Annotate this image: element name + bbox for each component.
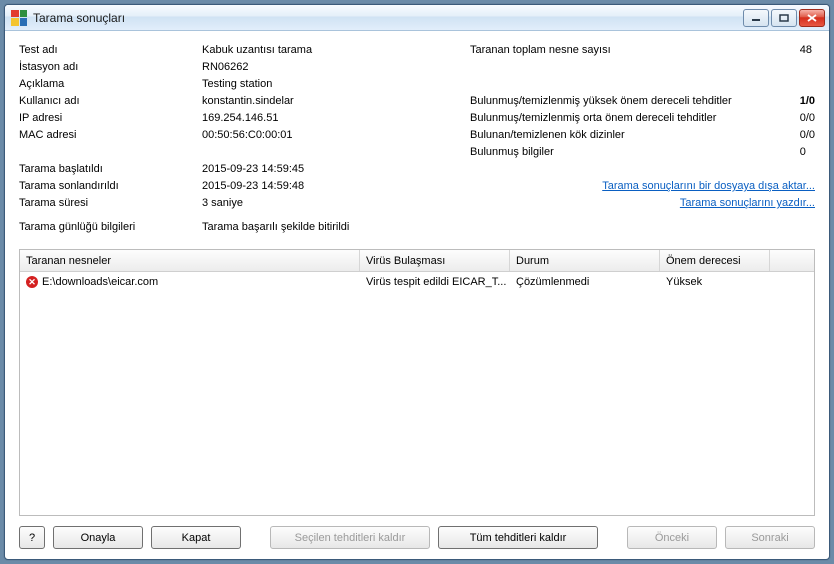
label-description: Açıklama — [19, 77, 194, 92]
col-severity[interactable]: Önem derecesi — [660, 250, 770, 271]
cell-object-text: E:\downloads\eicar.com — [42, 276, 158, 288]
table-header: Taranan nesneler Virüs Bulaşması Durum Ö… — [20, 250, 814, 272]
remove-selected-button: Seçilen tehditleri kaldır — [270, 526, 430, 549]
titlebar: Tarama sonuçları — [5, 5, 829, 31]
close-icon — [807, 14, 817, 22]
col-infection[interactable]: Virüs Bulaşması — [360, 250, 510, 271]
label-test-name: Test adı — [19, 43, 194, 58]
label-info-found: Bulunmuş bilgiler — [470, 145, 792, 160]
window-buttons — [743, 9, 825, 27]
minimize-button[interactable] — [743, 9, 769, 27]
label-rootkits: Bulunan/temizlenen kök dizinler — [470, 128, 792, 143]
value-scan-duration: 3 saniye — [202, 196, 462, 211]
value-station: RN06262 — [202, 60, 462, 75]
cell-infection: Virüs tespit edildi EICAR_T... — [360, 276, 510, 288]
label-station: İstasyon adı — [19, 60, 194, 75]
cell-object: ✕ E:\downloads\eicar.com — [20, 276, 360, 288]
label-med-threats: Bulunmuş/temizlenmiş orta önem dereceli … — [470, 111, 792, 126]
label-scan-end: Tarama sonlandırıldı — [19, 179, 194, 194]
app-icon — [11, 10, 27, 26]
label-scan-start: Tarama başlatıldı — [19, 162, 194, 177]
label-high-threats: Bulunmuş/temizlenmiş yüksek önem derecel… — [470, 94, 792, 109]
footer-buttons: ? Onayla Kapat Seçilen tehditleri kaldır… — [19, 516, 815, 549]
info-grid: Test adı Kabuk uzantısı tarama Taranan t… — [19, 43, 815, 235]
cell-status: Çözümlenmedi — [510, 276, 660, 288]
results-table: Taranan nesneler Virüs Bulaşması Durum Ö… — [19, 249, 815, 516]
value-scan-log: Tarama başarılı şekilde bitirildi — [202, 220, 462, 235]
prev-button: Önceki — [627, 526, 717, 549]
value-med-threats: 0/0 — [800, 111, 815, 126]
scan-results-window: Tarama sonuçları Test adı Kabuk uzantısı… — [4, 4, 830, 560]
next-button: Sonraki — [725, 526, 815, 549]
value-total-objects: 48 — [800, 43, 815, 58]
print-link[interactable]: Tarama sonuçlarını yazdır... — [680, 197, 815, 209]
link-export-wrap: Tarama sonuçlarını bir dosyaya dışa akta… — [470, 179, 815, 194]
table-body: ✕ E:\downloads\eicar.com Virüs tespit ed… — [20, 272, 814, 515]
value-info-found: 0 — [800, 145, 815, 160]
label-scan-duration: Tarama süresi — [19, 196, 194, 211]
label-mac: MAC adresi — [19, 128, 194, 143]
col-object[interactable]: Taranan nesneler — [20, 250, 360, 271]
col-status[interactable]: Durum — [510, 250, 660, 271]
approve-button[interactable]: Onayla — [53, 526, 143, 549]
content-area: Test adı Kabuk uzantısı tarama Taranan t… — [5, 31, 829, 559]
value-mac: 00:50:56:C0:00:01 — [202, 128, 462, 143]
value-scan-start: 2015-09-23 14:59:45 — [202, 162, 462, 177]
label-scan-log: Tarama günlüğü bilgileri — [19, 220, 194, 235]
value-scan-end: 2015-09-23 14:59:48 — [202, 179, 462, 194]
minimize-icon — [751, 14, 761, 22]
value-rootkits: 0/0 — [800, 128, 815, 143]
label-ip: IP adresi — [19, 111, 194, 126]
col-extra[interactable] — [770, 250, 814, 271]
value-test-name: Kabuk uzantısı tarama — [202, 43, 462, 58]
maximize-button[interactable] — [771, 9, 797, 27]
help-button[interactable]: ? — [19, 526, 45, 549]
close-button[interactable] — [799, 9, 825, 27]
value-ip: 169.254.146.51 — [202, 111, 462, 126]
label-user: Kullanıcı adı — [19, 94, 194, 109]
label-total-objects: Taranan toplam nesne sayısı — [470, 43, 792, 58]
cell-severity: Yüksek — [660, 276, 770, 288]
threat-icon: ✕ — [26, 276, 38, 288]
close-dialog-button[interactable]: Kapat — [151, 526, 241, 549]
window-title: Tarama sonuçları — [33, 11, 737, 25]
value-description: Testing station — [202, 77, 462, 92]
remove-all-button[interactable]: Tüm tehditleri kaldır — [438, 526, 598, 549]
value-high-threats: 1/0 — [800, 94, 815, 109]
maximize-icon — [779, 14, 789, 22]
link-print-wrap: Tarama sonuçlarını yazdır... — [470, 196, 815, 211]
value-user: konstantin.sindelar — [202, 94, 462, 109]
table-row[interactable]: ✕ E:\downloads\eicar.com Virüs tespit ed… — [20, 272, 814, 292]
export-link[interactable]: Tarama sonuçlarını bir dosyaya dışa akta… — [602, 180, 815, 192]
